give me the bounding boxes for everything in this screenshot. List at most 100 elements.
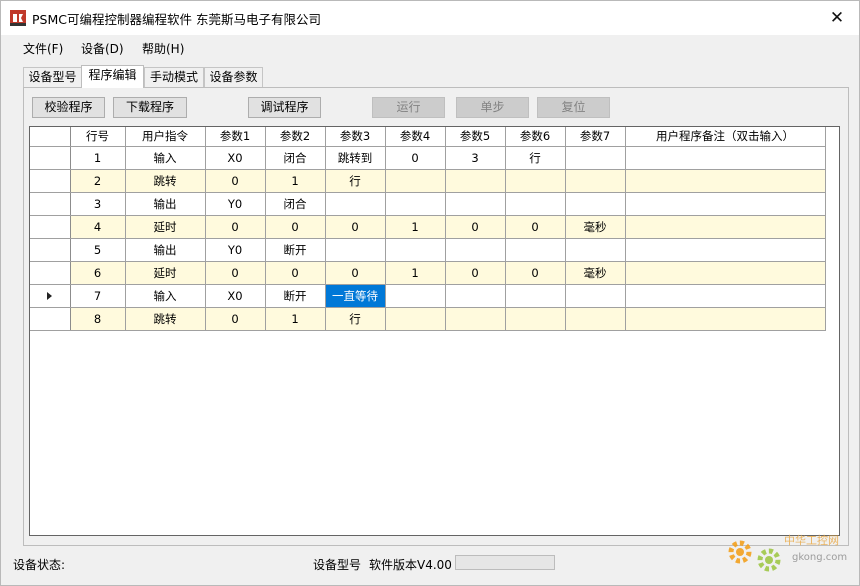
table-row[interactable]: 8 跳转 0 1 行 [30,307,826,331]
table-cell[interactable] [385,284,446,308]
table-cell[interactable]: 1 [385,261,446,285]
table-cell[interactable]: 0 [205,261,266,285]
table-cell[interactable] [625,215,826,239]
table-cell[interactable]: 闭合 [265,192,326,216]
table-cell[interactable]: 0 [445,215,506,239]
column-header[interactable]: 参数2 [265,127,326,147]
table-cell[interactable] [445,238,506,262]
table-cell[interactable] [505,307,566,331]
table-cell[interactable]: 跳转到 [325,146,386,170]
table-cell[interactable]: 断开 [265,238,326,262]
table-cell[interactable]: 6 [70,261,126,285]
row-selector[interactable] [30,146,71,170]
table-cell[interactable] [505,192,566,216]
table-cell[interactable]: Y0 [205,238,266,262]
table-row[interactable]: 4 延时 0 0 0 1 0 0 毫秒 [30,215,826,239]
tab-program-edit[interactable]: 程序编辑 [81,65,144,88]
table-cell[interactable]: 0 [325,261,386,285]
table-cell[interactable]: 跳转 [125,307,206,331]
row-selector[interactable] [30,238,71,262]
menu-device[interactable]: 设备(D) [77,40,128,58]
table-cell[interactable]: 毫秒 [565,261,626,285]
table-row[interactable]: 7 输入 X0 断开 一直等待 [30,284,826,308]
table-cell[interactable]: 闭合 [265,146,326,170]
column-header[interactable]: 参数4 [385,127,446,147]
table-cell[interactable]: 1 [385,215,446,239]
row-selector[interactable] [30,284,71,308]
table-cell[interactable] [565,192,626,216]
table-cell[interactable] [385,307,446,331]
table-cell[interactable]: 0 [265,215,326,239]
column-header[interactable]: 参数3 [325,127,386,147]
table-cell[interactable]: 0 [385,146,446,170]
step-button[interactable]: 单步 [456,97,529,118]
menu-help[interactable]: 帮助(H) [138,40,188,58]
table-cell[interactable] [625,307,826,331]
table-cell[interactable] [565,146,626,170]
table-cell[interactable]: 行 [505,146,566,170]
table-cell[interactable] [445,284,506,308]
table-cell[interactable]: 输入 [125,146,206,170]
table-row[interactable]: 2 跳转 0 1 行 [30,169,826,193]
table-cell[interactable]: 输出 [125,238,206,262]
table-cell[interactable]: 7 [70,284,126,308]
table-cell[interactable] [385,238,446,262]
verify-program-button[interactable]: 校验程序 [32,97,105,118]
debug-program-button[interactable]: 调试程序 [248,97,321,118]
table-cell[interactable]: 1 [265,169,326,193]
column-header[interactable]: 用户程序备注（双击输入） [625,127,826,147]
table-cell[interactable] [325,238,386,262]
table-cell[interactable]: 断开 [265,284,326,308]
row-selector[interactable] [30,192,71,216]
program-grid[interactable]: 行号 用户指令 参数1 参数2 参数3 参数4 参数5 参数6 参数7 用户程序… [29,126,840,536]
table-cell[interactable]: 1 [265,307,326,331]
table-cell[interactable] [625,192,826,216]
table-cell[interactable]: Y0 [205,192,266,216]
row-selector[interactable] [30,261,71,285]
table-cell[interactable] [625,238,826,262]
close-window-button[interactable]: ✕ [815,1,859,35]
table-cell[interactable] [565,284,626,308]
column-header[interactable]: 参数1 [205,127,266,147]
table-cell[interactable] [385,169,446,193]
table-cell[interactable]: 0 [505,215,566,239]
table-cell[interactable] [445,169,506,193]
table-cell[interactable] [565,307,626,331]
table-cell[interactable] [505,169,566,193]
tab-device-params[interactable]: 设备参数 [204,67,263,87]
column-header[interactable]: 行号 [70,127,126,147]
table-cell[interactable] [565,169,626,193]
table-cell[interactable] [625,169,826,193]
table-cell[interactable]: 行 [325,169,386,193]
column-header[interactable]: 用户指令 [125,127,206,147]
table-cell[interactable] [505,284,566,308]
table-cell[interactable]: 2 [70,169,126,193]
table-cell[interactable] [505,238,566,262]
table-cell[interactable] [625,146,826,170]
selected-cell[interactable]: 一直等待 [325,284,386,308]
table-cell[interactable]: 1 [70,146,126,170]
table-cell[interactable]: 0 [205,215,266,239]
table-cell[interactable]: 5 [70,238,126,262]
table-cell[interactable]: X0 [205,146,266,170]
table-cell[interactable] [445,307,506,331]
table-cell[interactable]: 延时 [125,215,206,239]
row-selector[interactable] [30,307,71,331]
row-selector[interactable] [30,215,71,239]
table-cell[interactable]: 4 [70,215,126,239]
table-cell[interactable]: 输出 [125,192,206,216]
tab-device-model[interactable]: 设备型号 [23,67,82,87]
table-row[interactable]: 5 输出 Y0 断开 [30,238,826,262]
table-cell[interactable] [445,192,506,216]
table-cell[interactable] [325,192,386,216]
column-header[interactable]: 参数5 [445,127,506,147]
column-header[interactable]: 参数7 [565,127,626,147]
menu-file[interactable]: 文件(F) [19,40,67,58]
table-cell[interactable]: 延时 [125,261,206,285]
table-cell[interactable]: 0 [445,261,506,285]
table-cell[interactable]: 跳转 [125,169,206,193]
table-cell[interactable]: 0 [505,261,566,285]
table-row[interactable]: 6 延时 0 0 0 1 0 0 毫秒 [30,261,826,285]
reset-button[interactable]: 复位 [537,97,610,118]
table-cell[interactable] [625,284,826,308]
